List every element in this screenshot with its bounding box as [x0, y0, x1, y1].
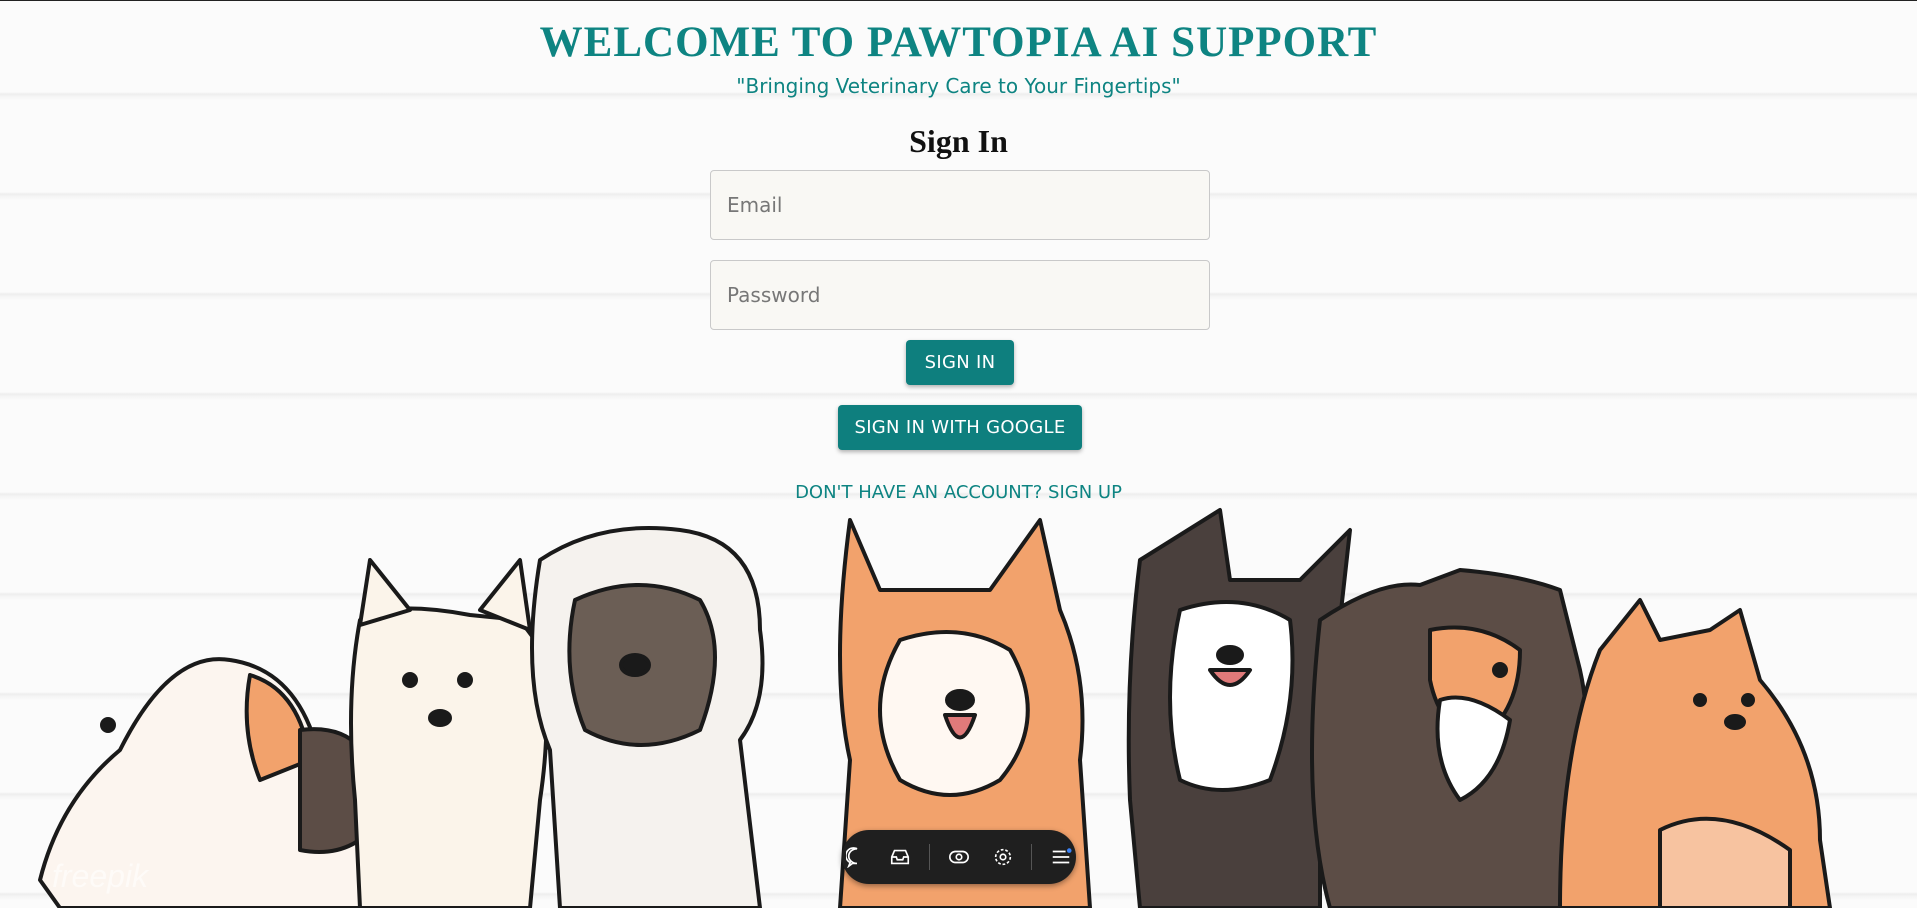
toolbar-separator — [1031, 844, 1033, 870]
signin-form: Sign In — [0, 120, 1917, 162]
page-title: WELCOME TO PAWTOPIA AI SUPPORT — [539, 19, 1378, 66]
menu-icon[interactable] — [1046, 841, 1076, 873]
toolbar-separator — [929, 844, 931, 870]
inbox-icon[interactable] — [886, 841, 916, 873]
signin-heading: Sign In — [909, 123, 1008, 159]
page-subtitle: "Bringing Veterinary Care to Your Finger… — [736, 74, 1181, 98]
top-border — [0, 0, 1917, 1]
white-spitz-dog — [349, 558, 549, 908]
eye-icon[interactable] — [944, 841, 974, 873]
signin-button[interactable]: SIGN IN — [906, 340, 1014, 385]
header: WELCOME TO PAWTOPIA AI SUPPORT "Bringing… — [0, 18, 1917, 98]
password-field[interactable] — [710, 260, 1210, 330]
collie-dog — [1310, 568, 1590, 908]
pomeranian-dog — [1558, 598, 1832, 908]
floating-toolbar — [842, 830, 1076, 884]
target-icon[interactable] — [988, 841, 1018, 873]
email-field[interactable] — [710, 170, 1210, 240]
chat-icon[interactable] — [842, 841, 872, 873]
shihtzu-dog — [530, 526, 765, 908]
watermark: freepik — [52, 858, 149, 894]
google-signin-button[interactable]: SIGN IN WITH GOOGLE — [838, 405, 1082, 450]
